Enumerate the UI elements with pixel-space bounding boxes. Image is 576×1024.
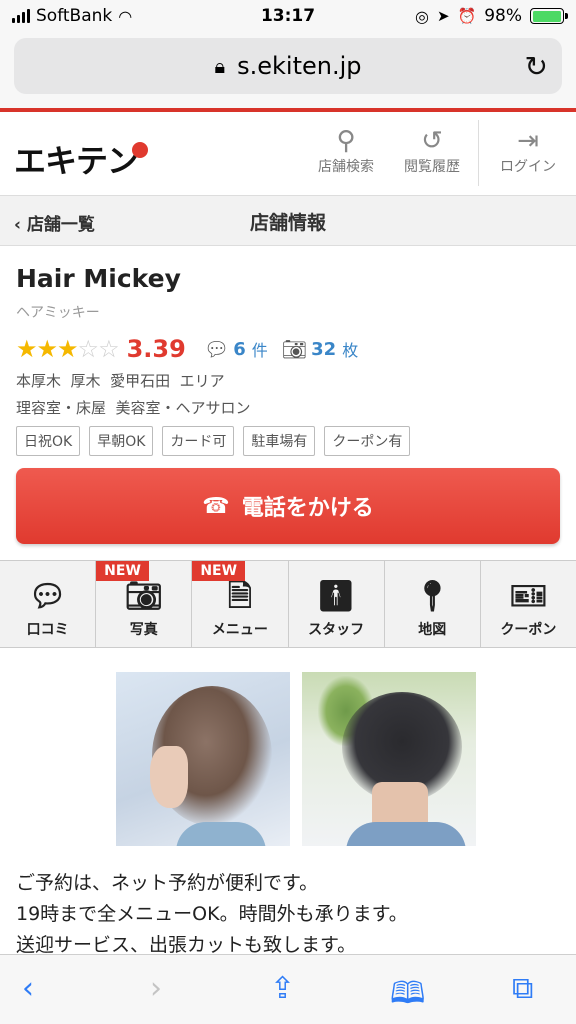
shop-area: 本厚木 厚木 愛甲石田 エリア: [16, 372, 225, 390]
tab-reviews-label: 口コミ: [26, 622, 69, 638]
logo-text: エキテン: [14, 142, 139, 180]
tab-staff-label: スタッフ: [308, 622, 365, 638]
share-icon[interactable]: ⇪: [270, 971, 295, 1006]
url-field[interactable]: 🔒︎ s.ekiten.jp ↻: [14, 38, 562, 94]
review-count-unit: 件: [251, 341, 268, 360]
person-icon: 🚹︎: [317, 579, 356, 614]
shop-tab-bar: 💬︎ 口コミ NEW 📷︎ 写真 NEW 🗎︎ メニュー 🚹︎ スタッフ 📍︎ …: [0, 560, 576, 648]
tab-map[interactable]: 📍︎ 地図: [385, 561, 481, 647]
nav-login[interactable]: ⇥ ログイン: [490, 126, 566, 176]
history-icon: ↺: [421, 126, 443, 156]
tab-map-label: 地図: [418, 622, 447, 638]
shop-name: Hair Mickey: [16, 264, 181, 293]
photo-count[interactable]: 32: [311, 339, 336, 360]
feature-tag: クーポン有: [324, 426, 411, 456]
description-line: 19時まで全メニューOK。時間外も承ります。: [16, 903, 408, 925]
shop-description: ご予約は、ネット予約が便利です。 19時まで全メニューOK。時間外も承ります。 …: [16, 868, 408, 961]
status-bar: SoftBank ◠ 13:17 ◎ ➤ ⏰ 98%: [0, 0, 576, 32]
breadcrumb: ‹ 店舗一覧 店舗情報: [0, 196, 576, 246]
nav-shop-search[interactable]: ⚲ 店舗検索: [312, 126, 380, 176]
star-rating: ★★★☆☆: [16, 335, 120, 363]
ticket-icon: 🎫︎: [509, 579, 548, 614]
speech-bubble-icon: 💬︎: [203, 337, 230, 361]
rating-score: 3.39: [126, 335, 186, 363]
hairstyle-photo[interactable]: [302, 672, 476, 846]
browser-toolbar: ‹ › ⇪ 🕮︎ ⧉: [0, 954, 576, 1024]
phone-icon: ☎︎: [202, 493, 230, 519]
description-line: ご予約は、ネット予約が便利です。: [16, 872, 319, 894]
status-right: ◎ ➤ ⏰ 98%: [414, 6, 568, 26]
speech-bubble-icon: 💬︎: [28, 579, 67, 614]
camera-icon: 📷︎: [124, 579, 163, 614]
page-title: 店舗情報: [249, 212, 326, 234]
battery-fill: [532, 10, 561, 22]
nav-browse-history-label: 閲覧履歴: [404, 159, 460, 175]
site-header: エキテン ⚲ 店舗検索 ↺ 閲覧履歴 ⇥ ログイン: [0, 112, 576, 196]
photo-shirt-shape: [176, 822, 266, 846]
shop-kana: ヘアミッキー: [16, 305, 100, 321]
photo-count-unit: 枚: [342, 341, 359, 360]
browser-address-area: 🔒︎ s.ekiten.jp ↻: [0, 32, 576, 108]
photo-shirt-shape: [346, 822, 466, 846]
nav-shop-search-label: 店舗検索: [318, 159, 374, 175]
nav-browse-history[interactable]: ↺ 閲覧履歴: [396, 126, 468, 176]
feature-tags: 日祝OK 早朝OK カード可 駐車場有 クーポン有: [16, 426, 411, 456]
new-badge: NEW: [96, 561, 149, 581]
star-filled-icon: ★: [57, 335, 78, 363]
photo-face-shape: [150, 746, 188, 808]
hairstyle-photo[interactable]: [116, 672, 290, 846]
alarm-icon: ⏰: [457, 7, 477, 25]
nav-login-label: ログイン: [500, 159, 556, 175]
star-filled-icon: ★: [16, 335, 37, 363]
back-icon[interactable]: ‹: [22, 971, 34, 1006]
document-icon: 🗎︎: [227, 579, 252, 614]
tab-photos[interactable]: NEW 📷︎ 写真: [96, 561, 193, 647]
search-icon: ⚲: [336, 126, 356, 156]
tab-menu-label: メニュー: [211, 622, 268, 638]
feature-tag: カード可: [162, 426, 235, 456]
tab-coupon-label: クーポン: [500, 622, 557, 638]
header-divider: [478, 120, 479, 186]
star-empty-icon: ☆: [77, 335, 99, 363]
call-button[interactable]: ☎︎ 電話をかける: [16, 468, 560, 544]
camera-icon: 📷︎: [281, 337, 308, 361]
lock-icon: 🔒︎: [214, 54, 226, 78]
logo-dot: [132, 142, 149, 158]
new-badge: NEW: [192, 561, 246, 581]
feature-tag: 日祝OK: [16, 426, 81, 456]
map-pin-icon: 📍︎: [413, 579, 452, 614]
tab-staff[interactable]: 🚹︎ スタッフ: [289, 561, 385, 647]
tab-reviews[interactable]: 💬︎ 口コミ: [0, 561, 97, 647]
star-filled-icon: ★: [36, 335, 58, 363]
location-arrow-icon: ➤: [436, 7, 450, 25]
bookmarks-icon[interactable]: 🕮︎: [390, 971, 425, 1022]
login-icon: ⇥: [517, 126, 539, 156]
rotation-lock-icon: ◎: [414, 6, 429, 26]
battery-percent: 98%: [484, 6, 522, 26]
battery-icon: [530, 8, 568, 24]
shop-categories: 理容室・床屋 美容室・ヘアサロン: [16, 399, 251, 417]
call-button-label: 電話をかける: [241, 496, 374, 521]
url-text: s.ekiten.jp: [237, 52, 362, 80]
feature-tag: 早朝OK: [89, 426, 154, 456]
feature-tag: 駐車場有: [243, 426, 316, 456]
reload-icon[interactable]: ↻: [525, 50, 548, 83]
rating-row: ★★★☆☆ 3.39 💬︎ 6 件 📷︎ 32 枚: [16, 334, 372, 364]
review-count[interactable]: 6: [233, 339, 246, 360]
star-empty-icon: ☆: [98, 335, 119, 363]
tab-menu[interactable]: NEW 🗎︎ メニュー: [192, 561, 289, 647]
site-logo[interactable]: エキテン: [14, 136, 149, 182]
tabs-icon[interactable]: ⧉: [512, 971, 533, 1006]
tab-photos-label: 写真: [129, 622, 158, 638]
tab-coupon[interactable]: 🎫︎ クーポン: [481, 561, 576, 647]
forward-icon[interactable]: ›: [150, 971, 162, 1006]
